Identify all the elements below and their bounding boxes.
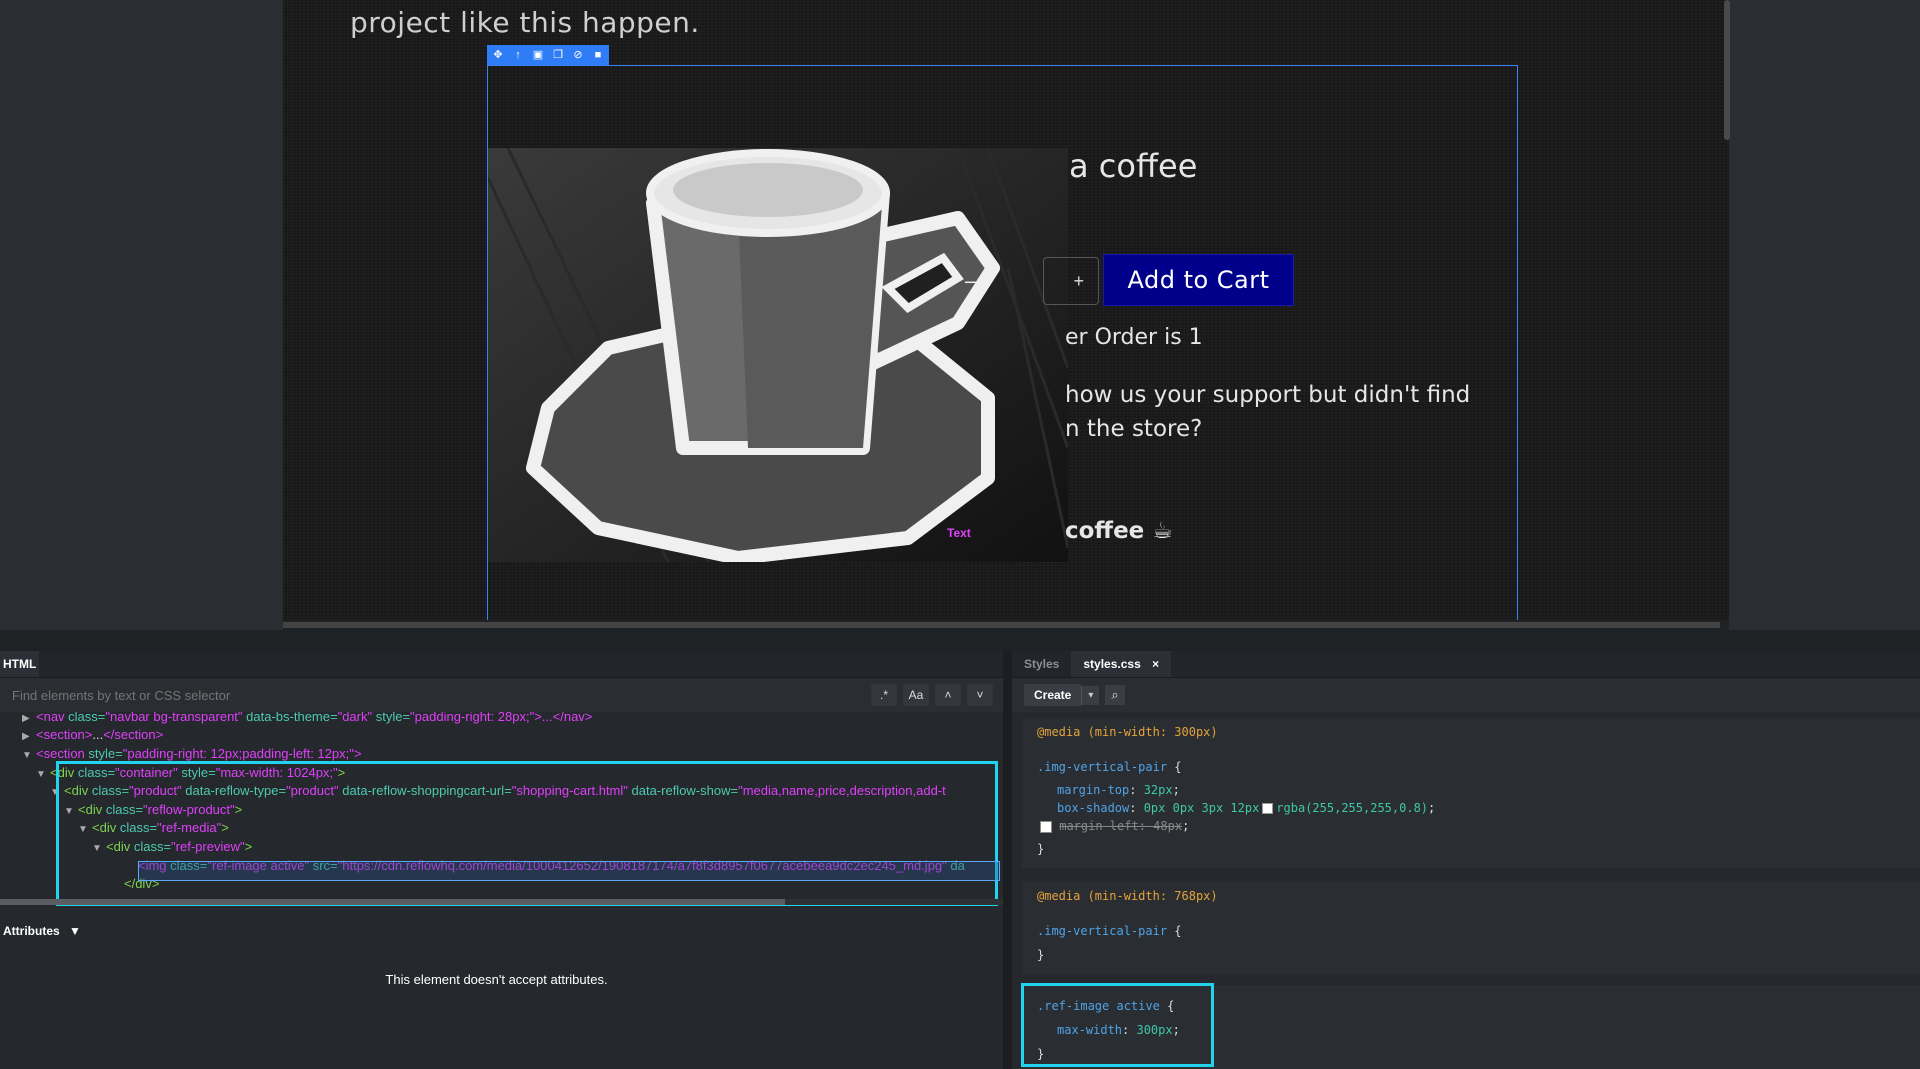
media-query: @media (min-width: 300px) [1037, 725, 1218, 739]
tab-styles[interactable]: Styles [1012, 651, 1071, 677]
move-icon[interactable]: ✥ [491, 48, 505, 62]
css-prop: margin-top [1057, 783, 1130, 797]
dom-token: data-bs-theme= [246, 712, 338, 724]
dom-token: class= [68, 712, 106, 724]
dom-tree-scroll-thumb[interactable] [0, 899, 785, 905]
dom-token: "dark" [337, 712, 376, 724]
css-close-brace: } [1037, 948, 1045, 962]
next-match-button[interactable]: ˅ [967, 684, 993, 706]
css-prop: box-shadow [1057, 801, 1130, 815]
css-rule-block[interactable]: @media (min-width: 300px) .img-vertical-… [1022, 718, 1920, 868]
panel-divider[interactable] [1003, 651, 1012, 1069]
hide-icon[interactable]: ⊘ [571, 48, 585, 62]
dom-tree-node[interactable]: ▶ <nav class="navbar bg-transparent" data… [22, 712, 592, 726]
css-declaration[interactable]: margin-top: 32px; [1057, 783, 1180, 797]
selection-outline [487, 65, 1518, 620]
css-color-value: rgba(255,255,255,0.8) [1276, 801, 1429, 815]
canvas-vertical-scrollbar[interactable] [1724, 0, 1730, 140]
color-swatch[interactable] [1262, 803, 1274, 814]
dom-token: "padding-right: 12px;padding-left: 12px;… [122, 746, 354, 761]
css-selector: .img-vertical-pair [1037, 924, 1168, 938]
chevron-down-icon: ▼ [69, 924, 81, 938]
dom-token: style= [88, 746, 123, 761]
css-highlight-annotation [1021, 983, 1214, 1067]
collapse-arrow-icon[interactable]: ▼ [22, 747, 36, 765]
case-toggle[interactable]: Aa [903, 684, 929, 706]
collapse-arrow-icon[interactable]: ▼ [36, 766, 50, 784]
dom-token: style= [375, 712, 411, 724]
dom-token: "padding-right: 28px;" [410, 712, 535, 724]
create-button[interactable]: Create [1024, 684, 1082, 706]
css-selector-line[interactable]: .img-vertical-pair { [1037, 760, 1182, 774]
element-search-row: .* Aa ˄ ˅ [0, 678, 1003, 712]
dom-token: >...</nav> [534, 712, 593, 724]
tab-html[interactable]: HTML [0, 651, 40, 677]
declaration-checkbox[interactable] [1040, 820, 1052, 833]
dom-token: <section [36, 746, 89, 761]
html-panel-tabs: HTML [0, 651, 1003, 678]
tab-styles-css-label: styles.css [1083, 657, 1141, 671]
css-selector-line[interactable]: .img-vertical-pair { [1037, 924, 1182, 938]
dom-highlight-annotation [56, 761, 998, 906]
select-parent-icon[interactable]: ↑ [511, 48, 525, 62]
dom-token: ... [92, 727, 104, 742]
canvas-horizontal-scrollbar[interactable] [283, 622, 1720, 628]
css-panel-tabs: Styles styles.css × [1012, 651, 1920, 678]
duplicate-icon[interactable]: ❐ [551, 48, 565, 62]
css-value: 48px [1153, 819, 1183, 833]
tab-styles-css[interactable]: styles.css × [1071, 651, 1172, 677]
selected-dom-node [138, 861, 1000, 881]
dom-token: <section> [36, 727, 93, 742]
attributes-label: Attributes [3, 924, 60, 938]
image-icon[interactable]: ▣ [531, 48, 545, 62]
css-declaration[interactable]: box-shadow: 0px 0px 3px 12px rgba(255,255… [1057, 801, 1435, 815]
attributes-message: This element doesn't accept attributes. [385, 972, 608, 987]
create-dropdown-icon[interactable]: ▾ [1081, 685, 1100, 705]
preview-canvas[interactable]: project like this happen. ✥ ↑ ▣ ❐ ⊘ ■ − … [283, 0, 1729, 620]
dom-token: </section> [103, 727, 164, 742]
dom-tree-node[interactable]: ▶ <section>...</section> [22, 726, 163, 744]
canvas-right-gutter [1729, 0, 1920, 630]
search-icon[interactable]: ⌕ [1105, 685, 1125, 705]
delete-icon[interactable]: ■ [591, 48, 605, 62]
css-declaration-disabled[interactable]: margin-left: 48px; [1040, 819, 1189, 833]
dom-token: <nav [36, 712, 69, 724]
regex-toggle[interactable]: .* [871, 684, 897, 706]
css-prop: margin-left [1059, 819, 1139, 833]
css-selector: .img-vertical-pair [1037, 760, 1168, 774]
close-icon[interactable]: × [1152, 657, 1159, 671]
element-search-input[interactable] [10, 686, 865, 704]
attributes-header[interactable]: Attributes ▼ [0, 920, 1006, 942]
css-toolbar: Create ▾ ⌕ [1012, 678, 1920, 712]
css-rule-block[interactable]: @media (min-width: 768px) .img-vertical-… [1022, 882, 1920, 974]
css-close-brace: } [1037, 842, 1045, 856]
intro-text[interactable]: project like this happen. [350, 6, 700, 39]
previous-match-button[interactable]: ˄ [935, 684, 961, 706]
expand-arrow-icon[interactable]: ▶ [22, 728, 36, 746]
dom-token: > [353, 746, 362, 761]
media-query: @media (min-width: 768px) [1037, 889, 1218, 903]
css-value: 0px 0px 3px 12px [1143, 801, 1260, 815]
css-value: 32px [1143, 783, 1173, 797]
dom-token: "navbar bg-transparent" [105, 712, 247, 724]
canvas-left-gutter [0, 0, 283, 630]
element-toolbar: ✥ ↑ ▣ ❐ ⊘ ■ [487, 45, 609, 65]
